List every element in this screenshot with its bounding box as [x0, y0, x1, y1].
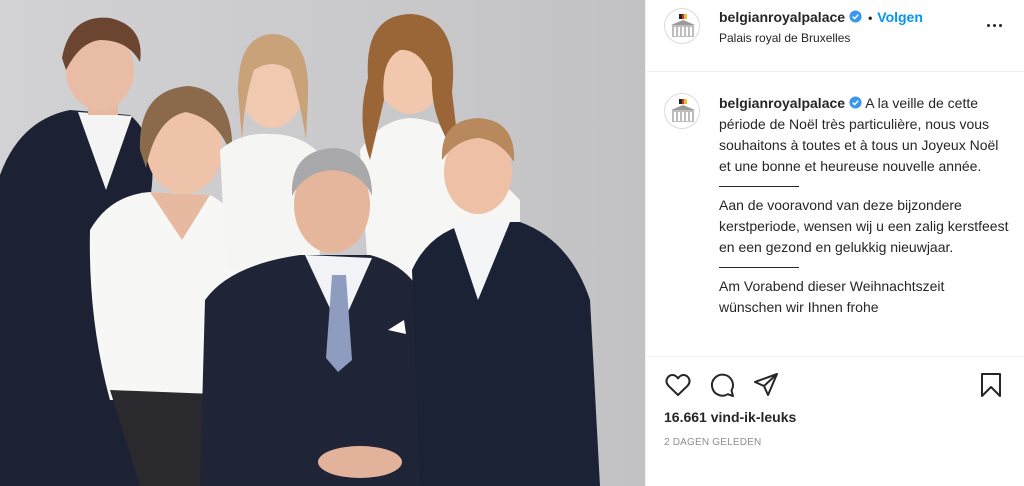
avatar[interactable]: [664, 93, 700, 129]
follow-button[interactable]: Volgen: [877, 9, 923, 25]
post-side-panel: belgianroyalpalace • Volgen Palais royal d…: [645, 0, 1024, 486]
verified-badge-icon: [849, 96, 862, 109]
more-options-icon[interactable]: [983, 14, 1007, 38]
post-actions: 16.661 vind-ik-leuks 2 DAGEN GELEDEN: [646, 356, 1024, 486]
post-timestamp[interactable]: 2 DAGEN GELEDEN: [664, 437, 761, 448]
avatar[interactable]: [664, 8, 700, 44]
comment-icon[interactable]: [708, 371, 736, 399]
caption-username-link[interactable]: belgianroyalpalace: [719, 95, 845, 111]
caption-divider: [719, 267, 799, 268]
palace-logo-icon: [671, 99, 695, 122]
post-photo[interactable]: [0, 0, 645, 486]
family-portrait-image: [0, 14, 600, 486]
like-count[interactable]: 16.661 vind-ik-leuks: [664, 409, 796, 425]
username-link[interactable]: belgianroyalpalace: [719, 9, 845, 25]
caption-paragraph-nl: Aan de vooravond van deze bijzondere ker…: [719, 197, 1009, 255]
caption-area: belgianroyalpalace A la veille de cette …: [646, 73, 1024, 356]
caption-paragraph-de: Am Vorabend dieser Weihnachtszeit wünsch…: [719, 278, 945, 315]
heart-icon[interactable]: [664, 371, 692, 399]
separator-dot: •: [868, 11, 873, 25]
bookmark-icon[interactable]: [977, 371, 1005, 399]
palace-logo-icon: [671, 14, 695, 37]
caption-divider: [719, 186, 799, 187]
caption-text: belgianroyalpalace A la veille de cette …: [719, 93, 1009, 318]
location-link[interactable]: Palais royal de Bruxelles: [719, 31, 850, 45]
verified-badge-icon: [849, 10, 862, 23]
header-user-line: belgianroyalpalace • Volgen: [719, 9, 923, 25]
share-icon[interactable]: [752, 371, 780, 399]
post-header: belgianroyalpalace • Volgen Palais royal d…: [646, 0, 1024, 72]
